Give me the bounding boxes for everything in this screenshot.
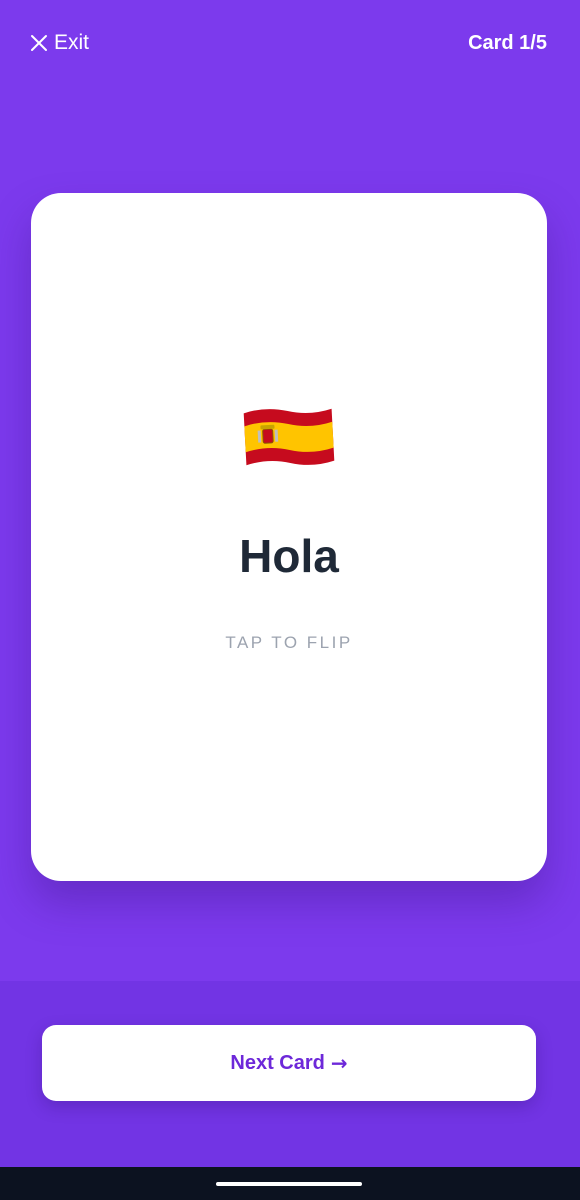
spain-flag-icon <box>243 408 335 466</box>
home-indicator[interactable] <box>216 1182 362 1186</box>
card-counter: Card 1/5 <box>468 32 547 54</box>
card-word: Hola <box>239 530 339 582</box>
close-icon <box>31 35 47 51</box>
arrow-right-icon: → <box>330 1051 348 1075</box>
system-navigation-bar <box>0 1167 580 1200</box>
exit-button[interactable]: Exit <box>30 30 89 56</box>
tap-to-flip-hint: TAP TO FLIP <box>225 633 353 652</box>
flashcard-screen: Exit Card 1/5 Hola TAP TO FLIP Next Card… <box>0 0 580 1200</box>
next-card-label: Next Card <box>230 1051 325 1074</box>
flashcard[interactable]: Hola TAP TO FLIP <box>31 193 547 881</box>
next-card-button[interactable]: Next Card → <box>42 1025 536 1101</box>
exit-label: Exit <box>54 31 90 54</box>
footer: Next Card → <box>0 981 580 1167</box>
top-bar: Exit Card 1/5 <box>0 0 580 86</box>
